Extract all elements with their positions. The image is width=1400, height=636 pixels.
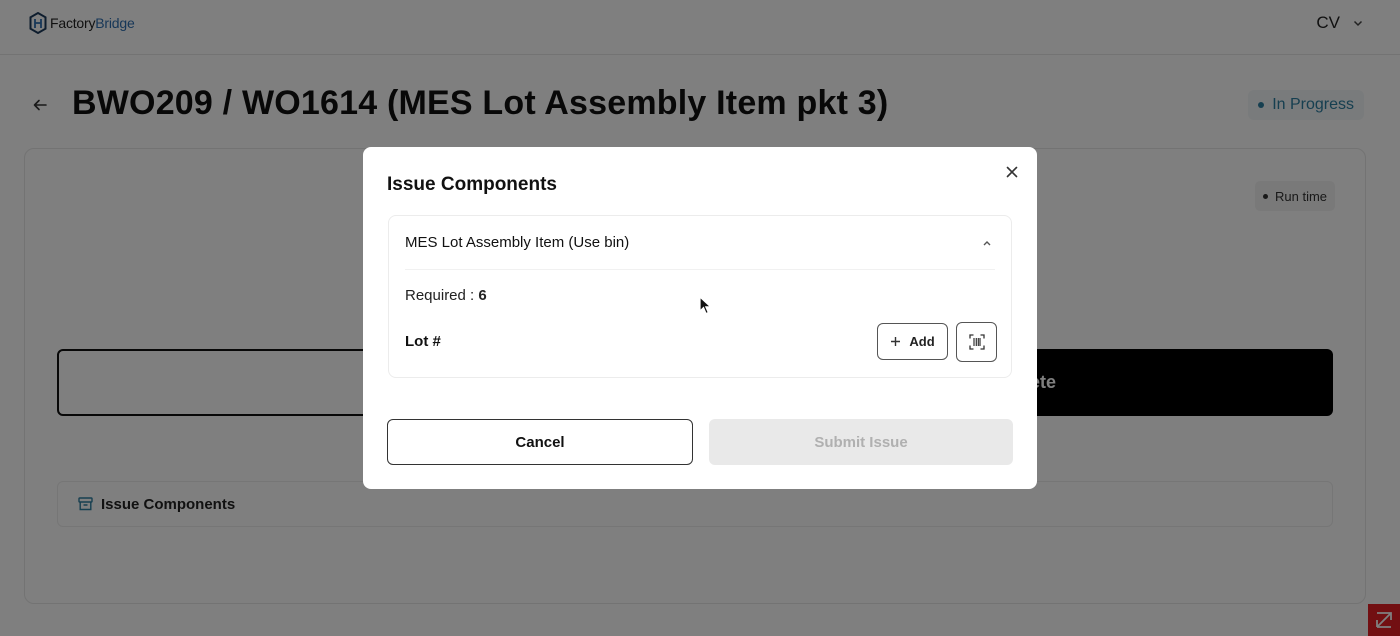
lot-label: Lot # xyxy=(405,333,441,350)
plus-icon xyxy=(891,337,901,346)
close-icon xyxy=(1006,166,1018,178)
required-label: Required : xyxy=(405,287,475,304)
component-divider xyxy=(405,269,995,270)
barcode-scan-icon xyxy=(968,334,985,350)
submit-issue-button[interactable]: Submit Issue xyxy=(709,419,1013,465)
add-lot-button[interactable]: Add xyxy=(877,323,948,360)
cancel-button[interactable]: Cancel xyxy=(387,419,693,465)
component-name: MES Lot Assembly Item (Use bin) xyxy=(405,234,630,251)
required-value: 6 xyxy=(478,287,487,304)
add-label: Add xyxy=(909,334,935,349)
issue-components-modal: Issue Components MES Lot Assembly Item (… xyxy=(363,147,1037,489)
mouse-cursor-icon xyxy=(699,296,712,315)
close-button[interactable] xyxy=(1003,163,1021,181)
required-quantity: Required : 6 xyxy=(405,287,487,304)
scan-barcode-button[interactable] xyxy=(956,322,997,362)
modal-title: Issue Components xyxy=(387,174,557,195)
chevron-up-icon[interactable] xyxy=(981,237,993,249)
